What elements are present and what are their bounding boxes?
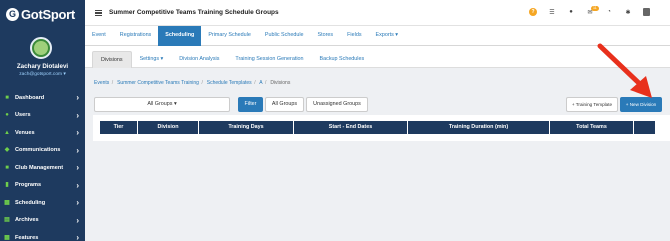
scheduling-icon: ▦ [4, 199, 10, 206]
help-icon[interactable]: ? [529, 8, 537, 16]
group-select[interactable]: All Groups ▾ [94, 97, 230, 112]
list-icon[interactable]: ☰ [548, 8, 556, 16]
sidebar-item-features[interactable]: ▦ Features › [0, 229, 85, 241]
column-header-start-end-dates[interactable]: Start - End Dates [294, 121, 408, 134]
tab-settings[interactable]: Settings ▾ [132, 51, 172, 68]
breadcrumb-item[interactable]: A [259, 80, 262, 86]
sidebar-item-label: Archives [15, 217, 39, 224]
gotsport-logo[interactable]: G GotSport [6, 6, 75, 22]
chevron-right-icon: › [76, 93, 79, 102]
venues-icon: ▲ [4, 129, 10, 136]
breadcrumb-item[interactable]: Summer Competitive Teams Training [117, 80, 199, 86]
sidebar-nav: ■ Dashboard › ● Users › ▲ Venues › ◆ Com… [0, 89, 85, 241]
features-icon: ▦ [4, 234, 10, 241]
sidebar-item-label: Programs [15, 182, 42, 189]
archives-icon: ▤ [4, 217, 10, 224]
users-icon: ● [5, 112, 9, 119]
tab-public-schedule[interactable]: Public Schedule [258, 26, 311, 46]
breadcrumb-current: Divisions [270, 80, 291, 86]
sidebar: G GotSport Zachary Diotalevi zach@gotspo… [0, 0, 85, 241]
tab-divisions[interactable]: Divisions [92, 51, 132, 68]
tab-primary-schedule[interactable]: Primary Schedule [201, 26, 258, 46]
top-icons: ? ☰ ● ✉ 11 ◔ ✱ [518, 6, 650, 16]
page-title: Summer Competitive Teams Training Schedu… [109, 9, 279, 16]
secondary-tabs: Divisions Settings ▾ Division Analysis T… [85, 46, 670, 68]
hamburger-menu-icon[interactable] [95, 10, 102, 17]
tab-fields[interactable]: Fields [340, 26, 368, 46]
tab-event[interactable]: Event [85, 26, 113, 46]
tab-registrations[interactable]: Registrations [113, 26, 158, 46]
filter-button[interactable]: Filter [238, 97, 263, 112]
sidebar-item-scheduling[interactable]: ▦ Scheduling › [0, 194, 85, 212]
tab-exports[interactable]: Exports ▾ [369, 26, 405, 46]
chevron-right-icon: › [76, 110, 79, 120]
chevron-right-icon: › [76, 198, 79, 207]
user-email[interactable]: zach@gotsport.com ▾ [0, 72, 85, 77]
breadcrumb-item[interactable]: Events [94, 80, 109, 86]
notification-badge: 11 [591, 6, 599, 11]
sidebar-item-communications[interactable]: ◆ Communications › [0, 142, 85, 160]
tab-training-session-generation[interactable]: Training Session Generation [227, 51, 311, 68]
tab-stores[interactable]: Stores [311, 26, 341, 46]
breadcrumb: Events / Summer Competitive Teams Trainin… [94, 80, 291, 86]
sidebar-item-label: Venues [15, 129, 35, 136]
primary-tabs: Event Registrations Scheduling Primary S… [85, 26, 670, 46]
column-header-training-days[interactable]: Training Days [199, 121, 294, 134]
tab-backup-schedules[interactable]: Backup Schedules [312, 51, 373, 68]
avatar[interactable] [30, 37, 52, 59]
chat-icon[interactable]: ◔ [605, 8, 613, 16]
chevron-right-icon: › [76, 145, 79, 155]
chevron-right-icon: › [76, 180, 79, 190]
programs-icon: ▮ [5, 182, 9, 189]
mail-icon[interactable]: ✉ 11 [586, 6, 599, 16]
flag-icon[interactable] [643, 8, 650, 16]
communications-icon: ◆ [4, 147, 10, 154]
logo-text: GotSport [21, 6, 75, 22]
sidebar-item-archives[interactable]: ▤ Archives › [0, 212, 85, 230]
breadcrumb-item[interactable]: Schedule Templates [207, 80, 252, 86]
sidebar-item-label: Club Management [15, 164, 64, 171]
sidebar-item-label: Communications [15, 147, 61, 154]
logo-mark-icon: G [6, 7, 19, 21]
all-groups-button[interactable]: All Groups [265, 97, 304, 112]
sidebar-item-label: Users [15, 112, 31, 119]
sidebar-item-dashboard[interactable]: ■ Dashboard › [0, 89, 85, 107]
sidebar-item-label: Scheduling [15, 199, 46, 206]
sidebar-item-programs[interactable]: ▮ Programs › [0, 177, 85, 195]
user-name: Zachary Diotalevi [16, 63, 69, 70]
column-header-total-teams[interactable]: Total Teams [550, 121, 634, 134]
sidebar-item-label: Dashboard [15, 94, 45, 101]
column-header-training-duration[interactable]: Training Duration (min) [408, 121, 550, 134]
top-bar: Summer Competitive Teams Training Schedu… [85, 0, 670, 26]
column-header-tier[interactable]: Tier [100, 121, 138, 134]
table-header: Tier Division Training Days Start - End … [100, 121, 655, 134]
chevron-right-icon: › [76, 128, 79, 137]
chevron-right-icon: › [76, 163, 79, 172]
column-header-division[interactable]: Division [138, 121, 199, 134]
column-header-actions [634, 121, 649, 134]
chevron-right-icon: › [76, 233, 79, 241]
sidebar-item-club-management[interactable]: ■ Club Management › [0, 159, 85, 177]
club-management-icon: ■ [5, 164, 9, 171]
user-icon[interactable]: ● [567, 8, 575, 16]
red-arrow-annotation [597, 43, 652, 98]
gear-icon[interactable]: ✱ [624, 8, 632, 16]
sidebar-item-label: Features [15, 234, 39, 241]
unassigned-groups-button[interactable]: Unassigned Groups [306, 97, 368, 112]
tab-scheduling[interactable]: Scheduling [158, 26, 202, 46]
tab-division-analysis[interactable]: Division Analysis [171, 51, 227, 68]
sidebar-item-users[interactable]: ● Users › [0, 107, 85, 125]
dashboard-icon: ■ [5, 94, 9, 101]
sidebar-item-venues[interactable]: ▲ Venues › [0, 124, 85, 142]
chevron-right-icon: › [76, 215, 79, 225]
